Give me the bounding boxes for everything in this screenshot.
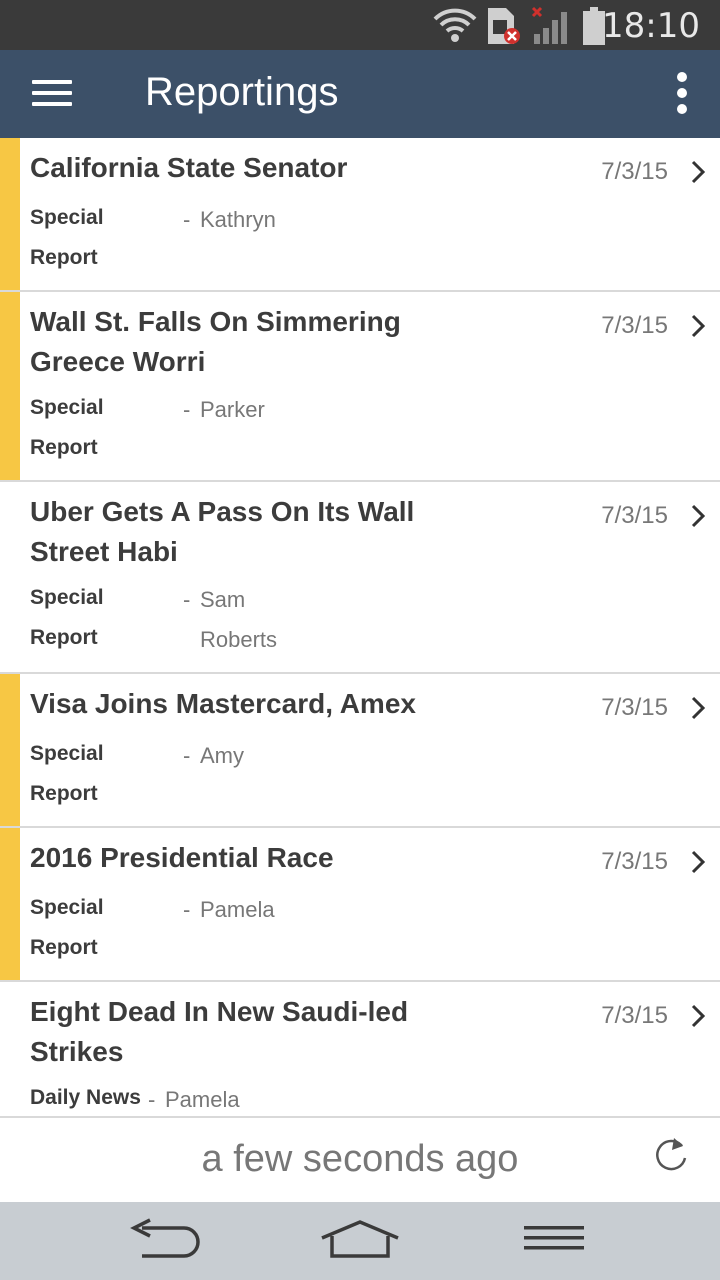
report-category: Special Report — [30, 396, 104, 459]
report-author-line: - Parker — [183, 390, 310, 430]
chevron-right-icon — [691, 1004, 706, 1028]
report-category: Special Report — [30, 742, 104, 805]
menu-icon[interactable] — [522, 1216, 586, 1266]
report-author-line: - Kathryn — [183, 200, 310, 240]
flag-marker — [0, 138, 20, 290]
report-author-line: - Pamela — [183, 890, 310, 930]
report-title: Uber Gets A Pass On Its Wall Street Habi — [30, 496, 415, 567]
footer: a few seconds ago — [0, 1116, 720, 1202]
report-category: Special Report — [30, 206, 104, 269]
chevron-right-icon — [691, 504, 706, 528]
hamburger-menu-icon[interactable] — [30, 76, 74, 110]
report-date: 7/3/15 — [601, 158, 668, 185]
report-date: 7/3/15 — [601, 502, 668, 529]
report-category: Special Report — [30, 586, 104, 649]
report-author-line: - Amy — [183, 736, 310, 776]
report-date: 7/3/15 — [601, 694, 668, 721]
report-author: Parker — [200, 397, 265, 422]
app-bar: Reportings — [0, 50, 720, 138]
home-icon[interactable] — [320, 1216, 400, 1266]
report-author: Sam Roberts — [200, 587, 278, 652]
report-row[interactable]: Wall St. Falls On Simmering Greece Worri… — [0, 292, 720, 482]
chevron-right-icon — [691, 850, 706, 874]
sim-error-icon — [488, 8, 520, 44]
report-author: Pamela — [200, 897, 275, 922]
report-date: 7/3/15 — [601, 1002, 668, 1029]
report-row[interactable]: Eight Dead In New Saudi-led Strikes 7/3/… — [0, 982, 720, 1116]
chevron-right-icon — [691, 160, 706, 184]
report-category: Special Report — [30, 896, 104, 959]
report-title: Wall St. Falls On Simmering Greece Worri — [30, 306, 401, 377]
last-updated-label: a few seconds ago — [201, 1138, 519, 1180]
signal-icon — [531, 6, 567, 44]
report-date: 7/3/15 — [601, 848, 668, 875]
system-nav-bar — [0, 1202, 720, 1280]
report-title: 2016 Presidential Race — [30, 842, 334, 873]
refresh-icon[interactable] — [652, 1134, 692, 1174]
flag-marker — [0, 674, 20, 826]
more-vert-icon[interactable] — [670, 70, 694, 116]
report-date: 7/3/15 — [601, 312, 668, 339]
report-author-line: - Pamela — [148, 1080, 275, 1116]
report-title: California State Senator — [30, 152, 348, 183]
chevron-right-icon — [691, 696, 706, 720]
flag-marker — [0, 292, 20, 480]
report-list[interactable]: California State Senator 7/3/15 Special … — [0, 138, 720, 1116]
report-title: Visa Joins Mastercard, Amex — [30, 688, 416, 719]
report-author: Kathryn — [200, 207, 276, 232]
report-title: Eight Dead In New Saudi-led Strikes — [30, 996, 409, 1067]
report-row[interactable]: 2016 Presidential Race 7/3/15 Special Re… — [0, 828, 720, 982]
back-icon[interactable] — [128, 1216, 204, 1266]
flag-marker — [0, 828, 20, 980]
wifi-icon — [433, 8, 477, 42]
chevron-right-icon — [691, 314, 706, 338]
page-title: Reportings — [145, 70, 339, 114]
report-author: Pamela — [165, 1087, 240, 1112]
report-category: Daily News — [30, 1086, 141, 1109]
status-bar: 18:10 — [0, 0, 720, 50]
report-row[interactable]: Uber Gets A Pass On Its Wall Street Habi… — [0, 482, 720, 674]
report-author-line: - Sam Roberts — [183, 580, 310, 660]
report-author: Amy — [200, 743, 244, 768]
clock: 18:10 — [602, 6, 700, 46]
report-row[interactable]: Visa Joins Mastercard, Amex 7/3/15 Speci… — [0, 674, 720, 828]
report-row[interactable]: California State Senator 7/3/15 Special … — [0, 138, 720, 292]
